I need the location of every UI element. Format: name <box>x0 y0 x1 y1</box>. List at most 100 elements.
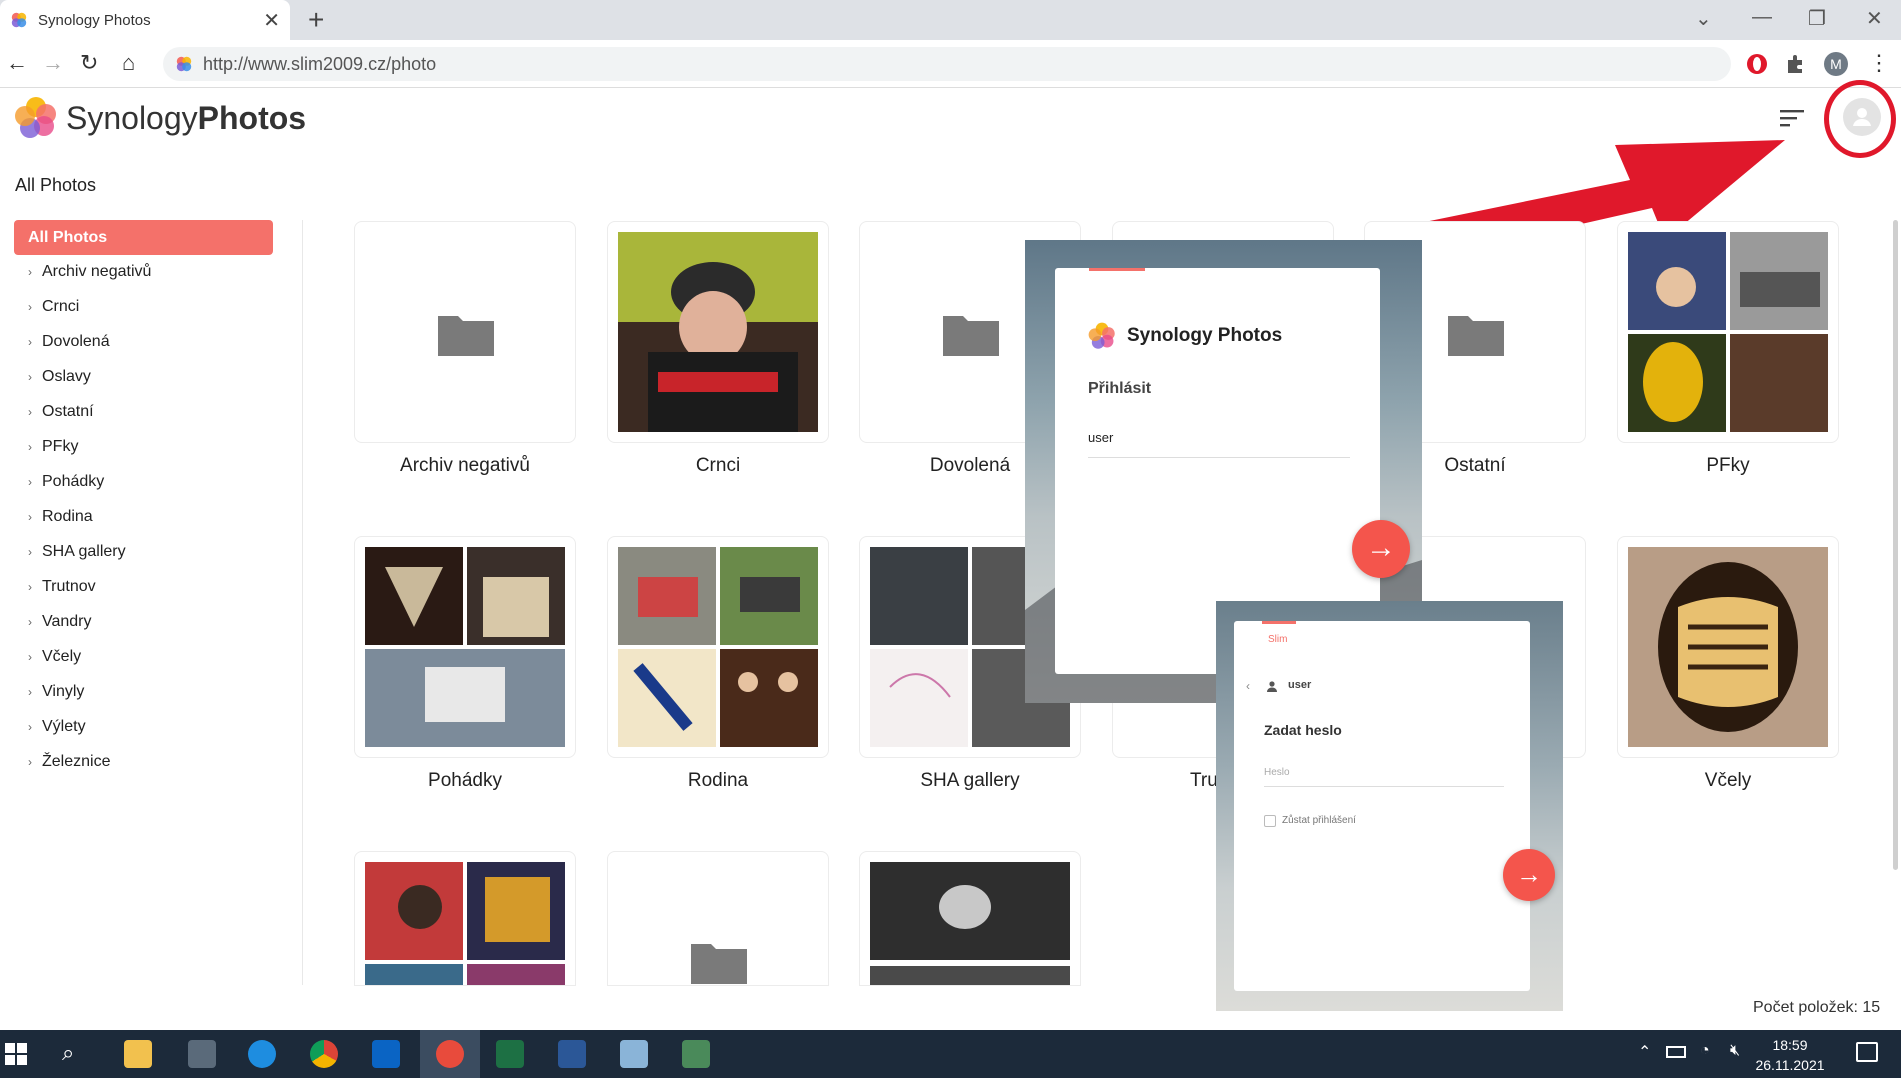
calculator-icon[interactable] <box>188 1040 216 1068</box>
next-arrow-button[interactable]: → <box>1352 520 1410 578</box>
sidebar-folder-item[interactable]: › Včely <box>28 648 81 666</box>
sidebar-folder-item[interactable]: › PFky <box>28 438 78 456</box>
folder-card-zeleznice[interactable] <box>859 851 1081 986</box>
chevron-right-icon[interactable]: › <box>28 720 42 734</box>
new-tab-button[interactable]: + <box>308 4 324 36</box>
sidebar-folder-item[interactable]: › Rodina <box>28 508 93 526</box>
password-card: Slim ‹ user Zadat heslo Heslo Zůstat při… <box>1234 621 1530 991</box>
maps-app-icon[interactable] <box>682 1040 710 1068</box>
chevron-right-icon[interactable]: › <box>28 580 42 594</box>
sidebar-item-label: Vinyly <box>42 683 85 700</box>
username-display: user <box>1288 679 1312 691</box>
extensions-puzzle-icon[interactable] <box>1784 52 1808 76</box>
chevron-right-icon[interactable]: › <box>28 615 42 629</box>
notification-icon[interactable] <box>1856 1042 1878 1062</box>
chevron-right-icon[interactable]: › <box>28 545 42 559</box>
chevron-right-icon[interactable]: › <box>28 650 42 664</box>
tab-search-icon[interactable]: ⌄ <box>1695 6 1712 31</box>
outlook-icon[interactable] <box>372 1040 400 1068</box>
profile-avatar[interactable]: M <box>1824 52 1848 76</box>
close-window-button[interactable]: ✕ <box>1866 6 1883 31</box>
folder-card-archiv[interactable] <box>354 221 576 443</box>
folder-label: SHA gallery <box>920 770 1020 791</box>
page-scrollbar[interactable] <box>1893 220 1898 870</box>
tray-chevron-icon[interactable]: ⌃ <box>1638 1042 1651 1062</box>
chrome-icon[interactable] <box>310 1040 338 1068</box>
folder-card-pfky[interactable] <box>1617 221 1839 443</box>
folder-card-crnci[interactable] <box>607 221 829 443</box>
volume-muted-icon[interactable]: 🔇︎ <box>1730 1042 1740 1060</box>
back-chevron-icon[interactable]: ‹ <box>1246 679 1250 693</box>
browser-toolbar: ← → ↻ ⌂ http://www.slim2009.cz/photo M ⋮ <box>0 40 1901 88</box>
sidebar-folder-item[interactable]: › Pohádky <box>28 473 104 491</box>
site-favicon-icon <box>176 56 192 72</box>
folder-card-rodina[interactable] <box>607 536 829 758</box>
app-icon[interactable] <box>436 1040 464 1068</box>
chevron-right-icon[interactable]: › <box>28 405 42 419</box>
back-icon[interactable]: ← <box>6 50 28 76</box>
windows-start-icon[interactable] <box>4 1042 28 1066</box>
folder-card-vcely[interactable] <box>1617 536 1839 758</box>
reload-icon[interactable]: ↻ <box>80 50 98 76</box>
chevron-right-icon[interactable]: › <box>28 440 42 454</box>
restore-button[interactable]: ❐ <box>1808 6 1826 31</box>
sidebar-folder-item[interactable]: › Oslavy <box>28 368 91 386</box>
sidebar-folder-item[interactable]: › Archiv negativů <box>28 263 151 281</box>
photo-collage <box>1628 232 1828 432</box>
chevron-right-icon[interactable]: › <box>28 510 42 524</box>
windows-taskbar <box>0 1030 1901 1078</box>
taskbar-clock[interactable]: 18:59 26.11.2021 <box>1750 1035 1830 1075</box>
forward-icon[interactable]: → <box>42 50 64 76</box>
close-tab-icon[interactable]: ✕ <box>263 8 280 33</box>
folder-icon <box>943 316 999 356</box>
sidebar-item-label: Oslavy <box>42 368 91 385</box>
sort-icon[interactable] <box>1780 108 1806 128</box>
sidebar-item-all-photos[interactable]: All Photos <box>14 220 273 255</box>
site-tag: Slim <box>1268 634 1288 645</box>
sidebar-folder-item[interactable]: › Crnci <box>28 298 79 316</box>
login-title: Synology Photos <box>1127 325 1283 346</box>
battery-icon[interactable] <box>1666 1046 1686 1058</box>
sidebar-item-label: Železnice <box>42 753 111 770</box>
password-input[interactable]: Heslo <box>1264 767 1504 787</box>
browser-tabstrip: Synology Photos ✕ + ⌄ — ❐ ✕ <box>0 0 1901 40</box>
chevron-right-icon[interactable]: › <box>28 685 42 699</box>
opera-extension-icon[interactable] <box>1745 52 1769 76</box>
excel-icon[interactable] <box>496 1040 524 1068</box>
chevron-right-icon[interactable]: › <box>28 370 42 384</box>
chevron-right-icon[interactable]: › <box>28 335 42 349</box>
sidebar-folder-item[interactable]: › Trutnov <box>28 578 96 596</box>
home-icon[interactable]: ⌂ <box>122 50 135 76</box>
browser-tab[interactable]: Synology Photos ✕ <box>0 0 290 40</box>
word-icon[interactable] <box>558 1040 586 1068</box>
chevron-right-icon[interactable]: › <box>28 475 42 489</box>
minimize-button[interactable]: — <box>1752 6 1772 29</box>
sidebar-folder-item[interactable]: › Vinyly <box>28 683 84 701</box>
search-icon[interactable]: ⌕ <box>62 1040 74 1066</box>
wifi-icon[interactable]: ◔ <box>1700 1042 1710 1060</box>
browser-menu-icon[interactable]: ⋮ <box>1868 50 1890 76</box>
chevron-right-icon[interactable]: › <box>28 265 42 279</box>
folder-card-vylety[interactable] <box>607 851 829 986</box>
edge-icon[interactable] <box>248 1040 276 1068</box>
remember-checkbox[interactable] <box>1264 815 1276 827</box>
address-input[interactable]: http://www.slim2009.cz/photo <box>163 47 1731 81</box>
username-input[interactable]: user <box>1088 430 1350 458</box>
login-heading: Přihlásit <box>1088 380 1152 397</box>
chevron-right-icon[interactable]: › <box>28 300 42 314</box>
sidebar-folder-item[interactable]: › Vandry <box>28 613 92 631</box>
folder-label: PFky <box>1706 455 1750 476</box>
folder-card-vinyly[interactable] <box>354 851 576 986</box>
app-brand: SynologyPhotos <box>66 100 307 136</box>
sidebar-folder-item[interactable]: › Železnice <box>28 753 110 771</box>
login-arrow-button[interactable]: → <box>1503 849 1555 901</box>
sidebar-folder-item[interactable]: › Ostatní <box>28 403 94 421</box>
synology-favicon-icon <box>11 12 27 28</box>
notepad-icon[interactable] <box>620 1040 648 1068</box>
sidebar-folder-item[interactable]: › Výlety <box>28 718 86 736</box>
sidebar-folder-item[interactable]: › SHA gallery <box>28 543 126 561</box>
sidebar-folder-item[interactable]: › Dovolená <box>28 333 110 351</box>
folder-card-pohadky[interactable] <box>354 536 576 758</box>
file-explorer-icon[interactable] <box>124 1040 152 1068</box>
chevron-right-icon[interactable]: › <box>28 755 42 769</box>
